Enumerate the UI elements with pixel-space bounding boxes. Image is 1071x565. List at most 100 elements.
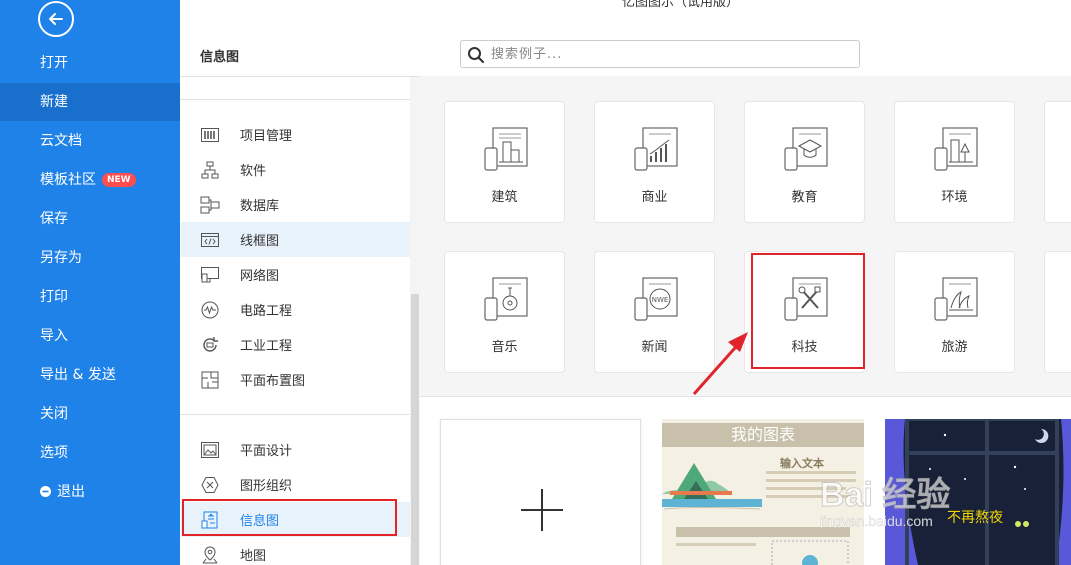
circuit-icon bbox=[200, 300, 220, 320]
graduation-cap-icon bbox=[784, 127, 828, 171]
category-industrial[interactable]: 工业工程 bbox=[181, 327, 410, 362]
menu-import-label: 导入 bbox=[40, 328, 68, 344]
svg-text:jingyan.baidu.com: jingyan.baidu.com bbox=[820, 513, 933, 528]
menu-save-as[interactable]: 另存为 bbox=[0, 239, 180, 277]
category-map[interactable]: 地图 bbox=[181, 537, 410, 565]
menu-save-label: 保存 bbox=[40, 211, 68, 227]
tile-label: 建筑 bbox=[491, 190, 518, 205]
menu-save[interactable]: 保存 bbox=[0, 200, 180, 238]
category-database[interactable]: 数据库 bbox=[181, 187, 410, 222]
svg-text:NWE: NWE bbox=[652, 296, 669, 304]
template-card-subtitle: 输入文本 bbox=[780, 457, 824, 470]
menu-export-send[interactable]: 导出 & 发送 bbox=[0, 356, 180, 394]
menu-print-label: 打印 bbox=[40, 289, 68, 305]
graphic-icon bbox=[200, 475, 220, 495]
menu-save-as-label: 另存为 bbox=[40, 250, 82, 266]
menu-exit[interactable]: 退出 bbox=[0, 473, 180, 511]
network-icon bbox=[200, 265, 220, 285]
menu-options-label: 选项 bbox=[40, 445, 68, 461]
category-software[interactable]: 软件 bbox=[181, 152, 410, 187]
divider bbox=[180, 414, 411, 415]
menu-import[interactable]: 导入 bbox=[0, 317, 180, 355]
tile-music[interactable]: 音乐 bbox=[444, 251, 565, 373]
process-icon bbox=[200, 335, 220, 355]
tile-travel[interactable]: 旅游 bbox=[894, 251, 1015, 373]
selection-highlight-box bbox=[182, 499, 397, 536]
search-box[interactable] bbox=[460, 40, 860, 68]
category-label: 平面布置图 bbox=[240, 374, 306, 389]
menu-new-label: 新建 bbox=[40, 94, 68, 110]
opera-house-icon bbox=[934, 277, 978, 321]
category-project-management[interactable]: 项目管理 bbox=[181, 117, 410, 152]
tile-partial[interactable] bbox=[1044, 251, 1071, 373]
svg-text:Bai 经验: Bai 经验 bbox=[820, 475, 950, 514]
baidu-jingyan-watermark: Bai 经验 jingyan.baidu.com bbox=[820, 475, 951, 529]
tile-highlight-box bbox=[751, 253, 865, 369]
plus-icon bbox=[521, 489, 563, 531]
tile-label: 环境 bbox=[941, 190, 968, 205]
tile-partial[interactable] bbox=[1044, 101, 1071, 223]
menu-close-label: 关闭 bbox=[40, 406, 68, 422]
database-icon bbox=[200, 195, 220, 215]
tile-business[interactable]: 商业 bbox=[594, 101, 715, 223]
tile-label: 旅游 bbox=[941, 340, 968, 355]
category-label: 工业工程 bbox=[240, 339, 293, 354]
category-floorplan[interactable]: 平面布置图 bbox=[181, 362, 410, 397]
menu-export-send-label: 导出 & 发送 bbox=[40, 367, 116, 383]
exit-icon bbox=[40, 486, 51, 497]
tile-education[interactable]: 教育 bbox=[744, 101, 865, 223]
category-label: 地图 bbox=[240, 549, 267, 564]
category-label: 图形组织 bbox=[240, 479, 293, 494]
red-arrow-annotation bbox=[692, 332, 748, 395]
search-input[interactable] bbox=[491, 45, 851, 64]
menu-options[interactable]: 选项 bbox=[0, 434, 180, 472]
category-label: 网络图 bbox=[240, 269, 280, 284]
tile-label: 教育 bbox=[791, 190, 818, 205]
category-wireframe[interactable]: 线框图 bbox=[181, 222, 410, 257]
tree-icon bbox=[934, 127, 978, 171]
menu-template-community-label: 模板社区 bbox=[40, 172, 96, 188]
gantt-icon bbox=[200, 125, 220, 145]
menu-print[interactable]: 打印 bbox=[0, 278, 180, 316]
divider bbox=[180, 99, 411, 100]
chart-icon bbox=[634, 127, 678, 171]
new-blank-card[interactable] bbox=[440, 419, 641, 565]
menu-close[interactable]: 关闭 bbox=[0, 395, 180, 433]
tile-label: 商业 bbox=[641, 190, 668, 205]
code-window-icon bbox=[200, 230, 220, 250]
guitar-icon bbox=[484, 277, 528, 321]
building-icon bbox=[484, 127, 528, 171]
category-graphic-design[interactable]: 平面设计 bbox=[181, 432, 410, 467]
menu-open-label: 打开 bbox=[40, 55, 68, 71]
category-label: 数据库 bbox=[240, 199, 280, 214]
floorplan-icon bbox=[200, 370, 220, 390]
tile-environment[interactable]: 环境 bbox=[894, 101, 1015, 223]
search-icon[interactable] bbox=[467, 46, 485, 64]
menu-new[interactable]: 新建 bbox=[0, 83, 180, 121]
category-circuit[interactable]: 电路工程 bbox=[181, 292, 410, 327]
category-label: 线框图 bbox=[240, 234, 280, 249]
menu-open[interactable]: 打开 bbox=[0, 44, 180, 82]
category-graphic-organizer[interactable]: 图形组织 bbox=[181, 467, 410, 502]
scrollbar-thumb[interactable] bbox=[411, 294, 419, 565]
menu-exit-label: 退出 bbox=[57, 484, 85, 500]
hierarchy-icon bbox=[200, 160, 220, 180]
category-label: 项目管理 bbox=[240, 129, 293, 144]
tile-label: 音乐 bbox=[491, 340, 518, 355]
file-menu-sidebar: 打开 新建 云文档 模板社区 NEW 保存 另存为 打印 导入 导出 & 发送 关… bbox=[0, 0, 180, 565]
back-arrow-icon[interactable] bbox=[38, 1, 74, 37]
category-panel: 项目管理 软件 数据库 线框图 网络图 电路工程 工业工程 平面布置图 平面设计… bbox=[180, 76, 420, 565]
menu-cloud-docs[interactable]: 云文档 bbox=[0, 122, 180, 160]
picture-icon bbox=[200, 440, 220, 460]
tile-architecture[interactable]: 建筑 bbox=[444, 101, 565, 223]
menu-cloud-docs-label: 云文档 bbox=[40, 133, 82, 149]
category-label: 电路工程 bbox=[240, 304, 293, 319]
new-badge: NEW bbox=[102, 173, 136, 187]
category-network[interactable]: 网络图 bbox=[181, 257, 410, 292]
map-pin-icon bbox=[200, 545, 220, 565]
globe-news-icon: NWE bbox=[634, 277, 678, 321]
menu-template-community[interactable]: 模板社区 NEW bbox=[0, 161, 180, 199]
category-label: 平面设计 bbox=[240, 444, 293, 459]
category-label: 软件 bbox=[240, 164, 267, 179]
window-title: 亿图图示（试用版） bbox=[622, 0, 740, 10]
